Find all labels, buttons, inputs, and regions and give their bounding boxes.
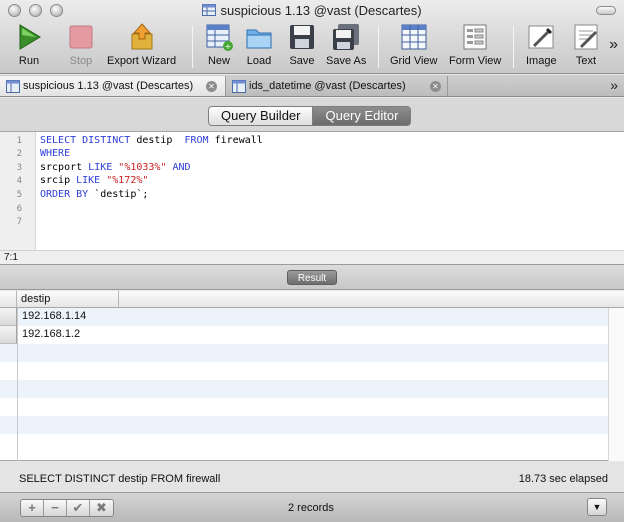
window-title: suspicious 1.13 @vast (Descartes): [220, 3, 422, 18]
grid-view-icon: [401, 24, 427, 50]
code-line: ORDER BY `destip`;: [40, 189, 149, 200]
line-number: 7: [16, 217, 22, 227]
form-view-icon: [463, 24, 487, 50]
tab-bar: suspicious 1.13 @vast (Descartes) ✕ ids_…: [0, 75, 624, 97]
code-line: SELECT DISTINCT destip FROM firewall: [40, 135, 263, 146]
vertical-scrollbar[interactable]: [608, 308, 624, 461]
row-header[interactable]: [0, 326, 17, 344]
cell-destip[interactable]: 192.168.1.2: [22, 328, 80, 340]
save-button[interactable]: Save: [287, 22, 317, 67]
result-splitter[interactable]: Result: [0, 264, 624, 290]
svg-text:+: +: [225, 42, 232, 51]
grid-header: destip: [0, 291, 624, 308]
sql-editor[interactable]: 1 2 3 4 5 6 7 SELECT DISTINCT destip FRO…: [0, 132, 624, 250]
stop-icon: [69, 25, 93, 49]
cursor-position: 7:1: [4, 252, 18, 263]
toolbar: Run Stop Export Wizard + New Load Save S…: [0, 22, 624, 72]
empty-row: [0, 398, 608, 416]
toolbar-separator: [513, 26, 514, 68]
new-button[interactable]: + New: [204, 22, 234, 67]
query-editor-tab[interactable]: Query Editor: [313, 107, 411, 125]
code-line: WHERE: [40, 148, 71, 159]
load-button[interactable]: Load: [244, 22, 274, 67]
window-title-area: suspicious 1.13 @vast (Descartes): [0, 3, 624, 18]
column-header-destip[interactable]: destip: [18, 291, 119, 308]
image-icon: [528, 25, 554, 49]
editor-status: 7:1: [0, 250, 624, 264]
tab-label: suspicious 1.13 @vast (Descartes): [23, 80, 194, 92]
query-builder-tab[interactable]: Query Builder: [209, 107, 314, 125]
mode-segmented-control: Query Builder Query Editor: [208, 106, 412, 126]
table-row[interactable]: 192.168.1.2: [0, 326, 608, 344]
run-icon: [19, 24, 41, 50]
save-as-button[interactable]: Save As: [326, 22, 366, 67]
load-icon: [246, 29, 272, 49]
remove-record-button[interactable]: −: [44, 500, 67, 516]
mode-switcher-bar: Query Builder Query Editor: [0, 98, 624, 132]
empty-row: [0, 434, 608, 452]
close-tab-icon[interactable]: ✕: [206, 80, 217, 92]
line-number: 4: [16, 176, 22, 186]
row-header[interactable]: [0, 308, 17, 326]
elapsed-time: 18.73 sec elapsed: [518, 473, 608, 485]
record-count: 2 records: [288, 502, 334, 514]
row-header-divider: [17, 308, 18, 461]
empty-row: [0, 344, 608, 362]
apply-changes-button[interactable]: ✔: [67, 500, 90, 516]
result-grid: destip 192.168.1.14 192.168.1.2: [0, 291, 624, 461]
toolbar-separator: [378, 26, 379, 68]
form-view-button[interactable]: Form View: [449, 22, 501, 67]
empty-row: [0, 416, 608, 434]
last-query-text: SELECT DISTINCT destip FROM firewall: [19, 473, 221, 485]
toolbar-toggle-button[interactable]: [596, 6, 616, 15]
toolbar-overflow-button[interactable]: »: [609, 36, 618, 54]
tab-overflow-button[interactable]: »: [610, 77, 618, 93]
line-number: 3: [16, 163, 22, 173]
line-number-gutter: 1 2 3 4 5 6 7: [0, 132, 36, 250]
line-number: 1: [16, 136, 22, 146]
database-icon: [202, 4, 217, 16]
chevron-down-icon[interactable]: ▼: [587, 498, 607, 516]
database-icon: [232, 79, 246, 93]
export-wizard-button[interactable]: Export Wizard: [107, 22, 176, 67]
image-button[interactable]: Image: [526, 22, 557, 67]
save-as-icon: [333, 24, 360, 50]
tab-ids-datetime[interactable]: ids_datetime @vast (Descartes) ✕: [226, 76, 448, 96]
status-bar: SELECT DISTINCT destip FROM firewall 18.…: [0, 462, 624, 492]
line-number: 2: [16, 149, 22, 159]
text-icon: [574, 24, 598, 50]
text-button[interactable]: Text: [571, 22, 601, 67]
database-icon: [6, 79, 20, 93]
save-icon: [290, 25, 314, 49]
cell-destip[interactable]: 192.168.1.14: [22, 310, 86, 322]
line-number: 5: [16, 190, 22, 200]
grid-view-button[interactable]: Grid View: [390, 22, 437, 67]
result-toggle-button[interactable]: Result: [287, 270, 337, 285]
export-wizard-icon: [131, 23, 153, 50]
record-actions: + − ✔ ✖: [20, 499, 114, 517]
code-line: srcport LIKE "%1033%" AND: [40, 162, 191, 173]
stop-button[interactable]: Stop: [66, 22, 96, 67]
line-number: 6: [16, 204, 22, 214]
discard-changes-button[interactable]: ✖: [90, 500, 113, 516]
empty-row: [0, 362, 608, 380]
new-icon: +: [206, 24, 233, 51]
close-tab-icon[interactable]: ✕: [430, 80, 441, 92]
empty-row: [0, 380, 608, 398]
tab-label: ids_datetime @vast (Descartes): [249, 80, 406, 92]
bottom-bar: + − ✔ ✖ 2 records ▼: [0, 492, 624, 522]
add-record-button[interactable]: +: [21, 500, 44, 516]
grid-corner[interactable]: [0, 291, 17, 308]
toolbar-separator: [192, 26, 193, 68]
code-line: srcip LIKE "%172%": [40, 175, 149, 186]
run-button[interactable]: Run: [14, 22, 44, 67]
tab-suspicious[interactable]: suspicious 1.13 @vast (Descartes) ✕: [0, 76, 226, 96]
table-row[interactable]: 192.168.1.14: [0, 308, 608, 326]
window-toolbar: suspicious 1.13 @vast (Descartes) Run St…: [0, 0, 624, 74]
